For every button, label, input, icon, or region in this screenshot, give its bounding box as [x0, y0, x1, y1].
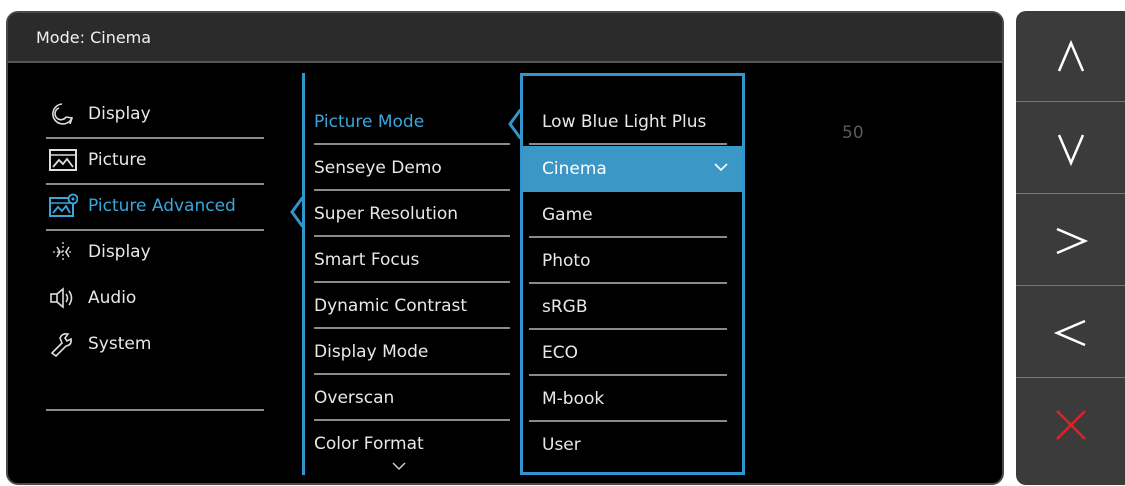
down-arrow-icon — [1057, 134, 1085, 167]
checkmark-icon — [714, 163, 728, 172]
submenu-label: Color Format — [314, 434, 424, 454]
submenu-item-super-resolution[interactable]: Super Resolution — [314, 191, 510, 237]
picture-advanced-icon — [49, 193, 78, 217]
submenu-item-display-mode[interactable]: Display Mode — [314, 329, 510, 375]
submenu-label: Super Resolution — [314, 204, 459, 224]
option-label: Cinema — [542, 159, 607, 179]
down-button[interactable] — [1016, 103, 1125, 194]
option-user[interactable]: User — [529, 422, 727, 468]
option-cinema[interactable]: Cinema — [523, 146, 742, 192]
submenu-label: Overscan — [314, 388, 395, 408]
left-arrow-icon — [1053, 319, 1086, 347]
category-item-audio[interactable]: Audio — [46, 277, 264, 323]
option-low-blue-light-plus[interactable]: Low Blue Light Plus — [529, 99, 727, 145]
category-label: Audio — [88, 288, 137, 308]
submenu-label: Smart Focus — [314, 250, 420, 270]
submenu-item-overscan[interactable]: Overscan — [314, 375, 510, 421]
up-arrow-icon — [1057, 39, 1085, 72]
display-adjust-icon — [53, 242, 73, 262]
audio-icon — [50, 287, 73, 309]
submenu-item-picture-mode[interactable]: Picture Mode — [314, 99, 510, 145]
category-item-picture[interactable]: Picture — [46, 139, 264, 185]
category-label: Picture Advanced — [88, 196, 236, 216]
option-list: Low Blue Light Plus Cinema Game Photo sR… — [520, 73, 745, 475]
category-item-display[interactable]: Display — [46, 93, 264, 139]
category-label: Display — [88, 104, 151, 124]
option-label: M-book — [542, 389, 605, 409]
submenu-item-senseye-demo[interactable]: Senseye Demo — [314, 145, 510, 191]
category-item-display-adjust[interactable]: Display — [46, 231, 264, 277]
chevron-down-icon[interactable] — [392, 461, 406, 471]
submenu-divider — [302, 73, 305, 475]
option-label: Game — [542, 205, 593, 225]
close-button[interactable] — [1016, 379, 1125, 470]
option-eco[interactable]: ECO — [529, 330, 727, 376]
display-icon — [52, 103, 74, 125]
option-photo[interactable]: Photo — [529, 238, 727, 284]
osd-window: Mode: Cinema Display Picture Picture Adv… — [6, 11, 1004, 485]
category-item-system[interactable]: System — [46, 323, 264, 369]
close-icon — [1056, 410, 1086, 440]
submenu-label: Senseye Demo — [314, 158, 442, 178]
up-button[interactable] — [1016, 11, 1125, 102]
category-label: System — [88, 334, 152, 354]
submenu-label: Dynamic Contrast — [314, 296, 468, 316]
option-srgb[interactable]: sRGB — [529, 284, 727, 330]
option-m-book[interactable]: M-book — [529, 376, 727, 422]
submenu-label: Display Mode — [314, 342, 429, 362]
left-button[interactable] — [1016, 287, 1125, 378]
option-label: User — [542, 435, 581, 455]
category-item-picture-advanced[interactable]: Picture Advanced — [46, 185, 264, 231]
picture-icon — [49, 149, 77, 171]
category-label: Picture — [88, 150, 147, 170]
osd-header: Mode: Cinema — [8, 13, 1002, 63]
option-game[interactable]: Game — [529, 192, 727, 238]
hotkey-panel — [1016, 11, 1125, 485]
option-label: sRGB — [542, 297, 588, 317]
category-list: Display Picture Picture Advanced Display… — [46, 93, 264, 369]
divider — [46, 409, 264, 411]
mode-label: Mode: Cinema — [36, 28, 152, 47]
right-button[interactable] — [1016, 195, 1125, 286]
category-label: Display — [88, 242, 151, 262]
right-arrow-icon — [1056, 227, 1089, 255]
value-display: 50 — [842, 123, 864, 143]
option-label: ECO — [542, 343, 578, 363]
submenu-item-color-format[interactable]: Color Format — [314, 421, 510, 467]
submenu-item-dynamic-contrast[interactable]: Dynamic Contrast — [314, 283, 510, 329]
submenu-item-smart-focus[interactable]: Smart Focus — [314, 237, 510, 283]
option-label: Photo — [542, 251, 591, 271]
submenu-list: Picture Mode Senseye Demo Super Resoluti… — [314, 99, 510, 467]
system-icon — [50, 333, 72, 357]
submenu-label: Picture Mode — [314, 112, 425, 132]
option-label: Low Blue Light Plus — [542, 112, 707, 132]
